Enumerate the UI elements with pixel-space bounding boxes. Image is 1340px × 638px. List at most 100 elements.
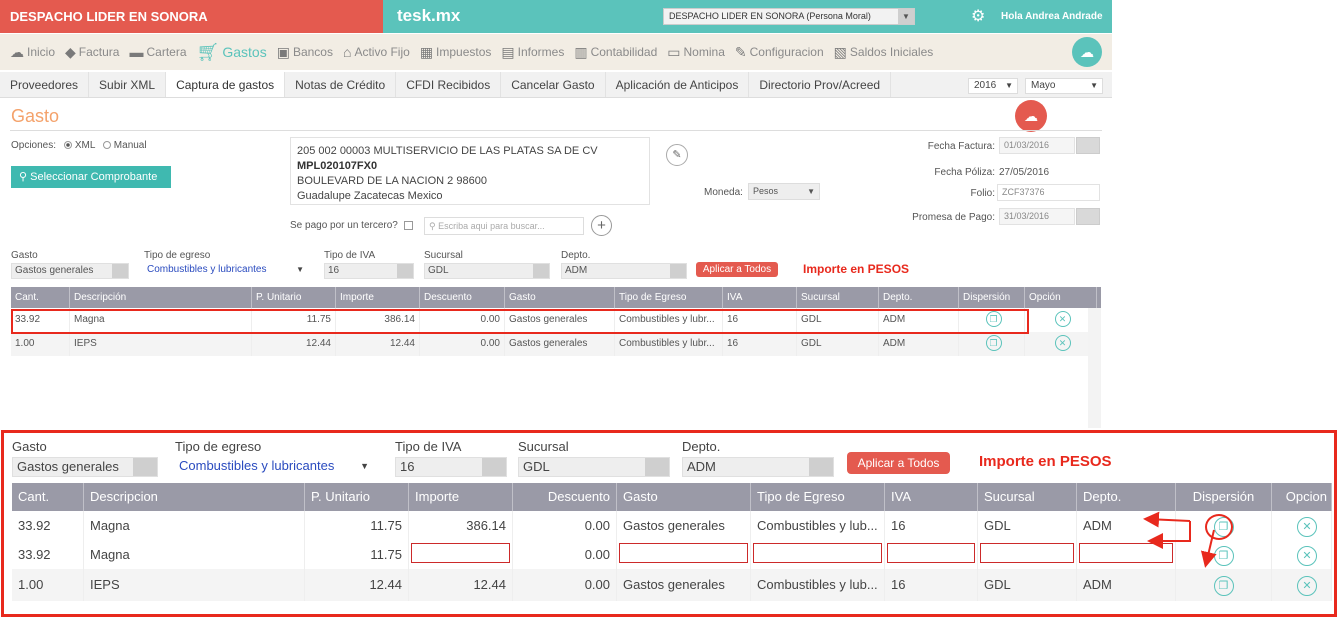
column-header[interactable]: Descripción [70,287,252,308]
user-greeting[interactable]: Hola Andrea Andrade [1001,11,1103,22]
month-select[interactable]: Mayo ▼ [1025,78,1103,94]
third-party-checkbox[interactable] [403,220,413,230]
select-voucher-button[interactable]: ⚲ Seleccionar Comprobante [11,166,171,188]
add-third-party-button[interactable]: + [591,215,612,236]
table-header: Cant. Descripción P. Unitario Importe De… [11,287,1101,308]
app-logo[interactable]: tesk.mx [397,6,460,26]
plus-icon: + [597,217,606,234]
menu-label: Nomina [683,45,725,59]
dept-select[interactable]: ADM [561,263,687,279]
cloud-icon: ☁ [10,43,24,60]
tag-icon: ◆ [65,43,76,60]
folio-field[interactable]: ZCF37376 [997,184,1100,201]
menu-item-nomina[interactable]: ▭ Nomina [667,44,725,61]
column-header[interactable]: Opción [1025,287,1097,308]
tab-cfdi-recibidos[interactable]: CFDI Recibidos [396,72,502,97]
balance-icon: ▧ [833,43,847,60]
menu-item-bancos[interactable]: ▣ Bancos [277,44,333,61]
column-header[interactable]: Sucursal [797,287,879,308]
chevron-down-icon [670,264,686,278]
tab-subir-xml[interactable]: Subir XML [89,72,167,97]
supplier-name: 205 002 00003 MULTISERVICIO DE LAS PLATA… [297,145,598,157]
egress-type-select[interactable]: Combustibles y lubricantes ▼ [144,263,304,279]
gear-icon[interactable]: ⚙ [971,6,985,26]
column-header[interactable]: Gasto [505,287,615,308]
menu-item-cartera[interactable]: ▬ Cartera [129,44,186,60]
edit-pencil-icon[interactable]: ✎ [666,144,688,166]
title-divider [10,130,1102,131]
upload-cloud-button[interactable]: ☁ [1015,100,1047,132]
top-bar: DESPACHO LIDER EN SONORA tesk.mx DESPACH… [0,0,1112,33]
table-scrollbar[interactable] [1088,308,1101,428]
importe-note: Importe en PESOS [803,262,910,276]
xml-radio[interactable] [63,141,72,150]
menu-item-factura[interactable]: ◆ Factura [65,44,119,61]
menu-item-gastos[interactable]: 🛒︎ Gastos [197,42,267,63]
currency-select[interactable]: Pesos ▼ [748,183,820,200]
invoice-date-field[interactable]: 01/03/2016 [999,137,1075,154]
cloud-sync-button[interactable]: ☁ [1072,37,1102,67]
tab-captura-de-gastos[interactable]: Captura de gastos [166,72,286,97]
menu-item-configuracion[interactable]: ✎ Configuracion [735,44,824,61]
manual-radio[interactable] [102,141,111,150]
payment-promise-field[interactable]: 31/03/2016 [999,208,1075,225]
column-header[interactable]: IVA [723,287,797,308]
iva-select[interactable]: 16 [324,263,414,279]
cell-dispersion: ❐ [959,332,1025,356]
menu-item-saldos-iniciales[interactable]: ▧ Saldos Iniciales [834,44,934,61]
menu-label: Configuracion [749,45,824,59]
annotation-arrows [1143,511,1217,568]
year-select[interactable]: 2016 ▼ [968,78,1018,94]
menu-item-informes[interactable]: ▤ Informes [501,44,564,61]
brand-bar: tesk.mx DESPACHO LIDER EN SONORA (Person… [383,0,1112,33]
arrow-to-depto-row1 [1143,511,1191,528]
dispersion-copy-icon[interactable]: ❐ [985,335,1002,351]
company-select[interactable]: DESPACHO LIDER EN SONORA (Persona Moral)… [663,8,915,25]
calendar-icon[interactable] [1076,137,1100,154]
card-icon: ▭ [667,43,681,60]
delete-x-icon[interactable]: ✕ [1054,311,1071,327]
tab-directorio-prov[interactable]: Directorio Prov/Acreed [749,72,892,97]
tab-cancelar-gasto[interactable]: Cancelar Gasto [501,72,606,97]
cell-sucursal: GDL [797,332,879,356]
chevron-down-icon: ▼ [296,265,304,274]
column-header[interactable]: Depto. [879,287,959,308]
branch-select[interactable]: GDL [424,263,550,279]
tab-proveedores[interactable]: Proveedores [0,72,90,97]
menu-label: Activo Fijo [354,45,410,59]
tab-notas-de-credito[interactable]: Notas de Crédito [285,72,397,97]
supplier-address: BOULEVARD DE LA NACION 2 98600 [297,175,487,187]
cell-option: ✕ [1025,332,1097,356]
column-header[interactable]: Dispersión [959,287,1025,308]
tab-aplicacion-de-anticipos[interactable]: Aplicación de Anticipos [606,72,750,97]
expense-select[interactable]: Gastos generales [11,263,129,279]
egress-type-value: Combustibles y lubricantes [147,264,267,275]
xml-radio-label: XML [74,140,96,151]
select-voucher-label: Seleccionar Comprobante [30,171,158,183]
column-header[interactable]: Descuento [420,287,505,308]
cell-desc: IEPS [70,332,252,356]
column-header[interactable]: Importe [336,287,420,308]
menu-label: Inicio [27,45,56,59]
calendar-icon[interactable] [1076,208,1100,225]
chevron-down-icon [112,264,128,278]
search-icon: ⚲ [429,221,439,231]
menu-item-impuestos[interactable]: ▦ Impuestos [420,44,492,61]
menu-item-contabilidad[interactable]: ▥ Contabilidad [574,44,657,61]
apply-all-button[interactable]: Aplicar a Todos [696,262,778,277]
sub-menu: Proveedores Subir XML Captura de gastos … [0,72,1112,98]
options-row: Opciones: XML Manual [11,140,147,151]
year-value: 2016 [974,80,997,91]
column-header[interactable]: Cant. [11,287,70,308]
menu-item-inicio[interactable]: ☁ Inicio [10,44,55,61]
company-select-value: DESPACHO LIDER EN SONORA (Persona Moral) [669,11,871,21]
column-header[interactable]: P. Unitario [252,287,336,308]
menu-item-activo-fijo[interactable]: ⌂ Activo Fijo [343,44,410,60]
supplier-box: 205 002 00003 MULTISERVICIO DE LAS PLATA… [290,137,650,205]
table-row[interactable]: 1.00 IEPS 12.44 12.44 0.00 Gastos genera… [11,332,1101,356]
column-header[interactable]: Tipo de Egreso [615,287,723,308]
third-party-search-input[interactable]: ⚲ Escriba aqui para buscar... [424,217,584,235]
delete-x-icon[interactable]: ✕ [1054,335,1071,351]
policy-date-label: Fecha Póliza: [934,167,995,178]
main-menu: ☁ Inicio ◆ Factura ▬ Cartera 🛒︎ Gastos ▣ Banc… [0,34,1112,70]
